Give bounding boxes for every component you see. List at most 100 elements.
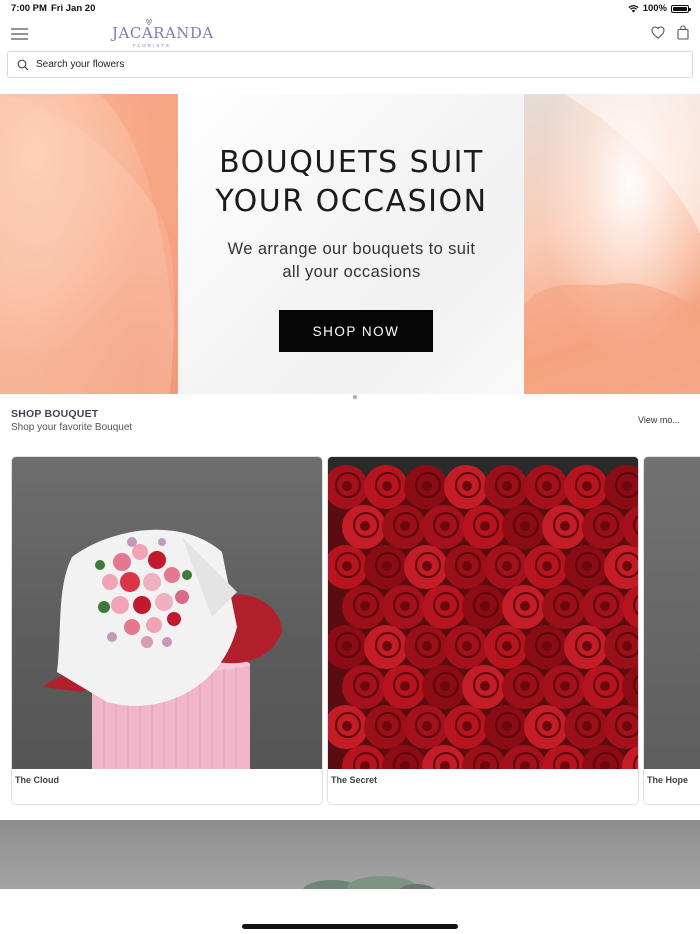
hero-subtitle-line1: We arrange our bouquets to suit [227, 240, 476, 258]
peach-fabric-right [524, 94, 700, 394]
rose [622, 585, 638, 629]
status-indicators: 100% [628, 3, 691, 14]
cart-button[interactable] [677, 25, 689, 40]
rose [342, 505, 386, 549]
hero-subtitle-line2: all your occasions [282, 263, 421, 281]
carousel-indicator[interactable] [353, 395, 357, 399]
rose [404, 705, 448, 749]
rose [542, 665, 586, 709]
rose [564, 625, 608, 669]
rose [582, 585, 626, 629]
shop-now-button[interactable]: SHOP NOW [279, 310, 433, 352]
rose [622, 665, 638, 709]
rose [542, 585, 586, 629]
product-image [644, 457, 700, 769]
hero-title: BOUQUETS SUIT YOUR OCCASION [178, 143, 525, 221]
rose [542, 505, 586, 549]
logo-wordmark: JACARANDA [112, 24, 214, 42]
rose [462, 665, 506, 709]
peach-fabric-left [0, 94, 178, 394]
rose [382, 585, 426, 629]
rose [564, 545, 608, 589]
wishlist-button[interactable] [651, 26, 665, 40]
rose [484, 465, 528, 509]
rose [328, 625, 368, 669]
product-card[interactable]: The Secret [327, 456, 639, 805]
product-name: The Hope [647, 775, 689, 785]
menu-button[interactable] [11, 27, 28, 41]
hero-title-line1: BOUQUETS SUIT [219, 145, 484, 180]
rose [622, 505, 638, 549]
rose [582, 505, 626, 549]
search-icon [17, 59, 29, 70]
rose [422, 585, 466, 629]
product-card[interactable]: The Hope [643, 456, 700, 805]
brand-logo[interactable]: JACARANDA FLORISTS [112, 18, 214, 50]
status-time: 7:00 PM [11, 3, 47, 14]
battery-percent: 100% [642, 3, 667, 14]
rose [328, 705, 368, 749]
bag-icon [677, 25, 689, 40]
rose [564, 705, 608, 749]
flower-mark-icon [146, 18, 152, 26]
rose [484, 625, 528, 669]
rose [404, 465, 448, 509]
search-bar[interactable] [7, 51, 693, 78]
product-image [12, 457, 322, 769]
status-bar: 7:00 PM Fri Jan 20 100% [0, 0, 700, 18]
rose [422, 505, 466, 549]
product-name: The Secret [331, 775, 378, 785]
status-date: Fri Jan 20 [51, 3, 96, 14]
rose [502, 585, 546, 629]
rose [524, 625, 568, 669]
rose [328, 545, 368, 589]
rose [422, 665, 466, 709]
hero-center-panel: BOUQUETS SUIT YOUR OCCASION We arrange o… [178, 94, 525, 394]
rose [364, 625, 408, 669]
hero-left-panel [0, 94, 178, 394]
menu-icon [11, 28, 28, 40]
search-input[interactable] [36, 59, 636, 70]
rose [524, 705, 568, 749]
rose [502, 505, 546, 549]
wifi-icon [628, 4, 639, 13]
rose [364, 465, 408, 509]
rose [404, 545, 448, 589]
rose [444, 545, 488, 589]
rose [342, 665, 386, 709]
bouquet-illustration [42, 529, 282, 769]
rose [564, 465, 608, 509]
hero-title-line2: YOUR OCCASION [215, 184, 488, 219]
rose [502, 665, 546, 709]
rose [604, 705, 638, 749]
product-card[interactable]: The Cloud [11, 456, 323, 805]
rose [444, 705, 488, 749]
foliage-illustration [302, 876, 436, 890]
product-name: The Cloud [15, 775, 59, 785]
rose [382, 665, 426, 709]
rose [484, 705, 528, 749]
heart-icon [651, 26, 665, 39]
logo-subtext: FLORISTS [132, 43, 171, 48]
app-header: JACARANDA FLORISTS [0, 18, 700, 50]
rose [604, 545, 638, 589]
rose [342, 585, 386, 629]
rose [444, 465, 488, 509]
view-more-link[interactable]: View mo... [638, 415, 680, 425]
rose [524, 465, 568, 509]
hero-right-panel [524, 94, 700, 394]
secondary-banner[interactable] [0, 820, 700, 890]
section-title: SHOP BOUQUET [11, 408, 99, 420]
product-carousel[interactable]: The Cloud The Secret The Hope [11, 456, 700, 806]
rose [484, 545, 528, 589]
rose [444, 625, 488, 669]
rose [524, 545, 568, 589]
rose [364, 545, 408, 589]
section-subtitle: Shop your favorite Bouquet [11, 422, 133, 433]
rose [604, 625, 638, 669]
rose [364, 705, 408, 749]
hero-banner[interactable]: BOUQUETS SUIT YOUR OCCASION We arrange o… [0, 94, 700, 394]
home-indicator[interactable] [242, 924, 458, 929]
rose [382, 505, 426, 549]
rose [462, 585, 506, 629]
